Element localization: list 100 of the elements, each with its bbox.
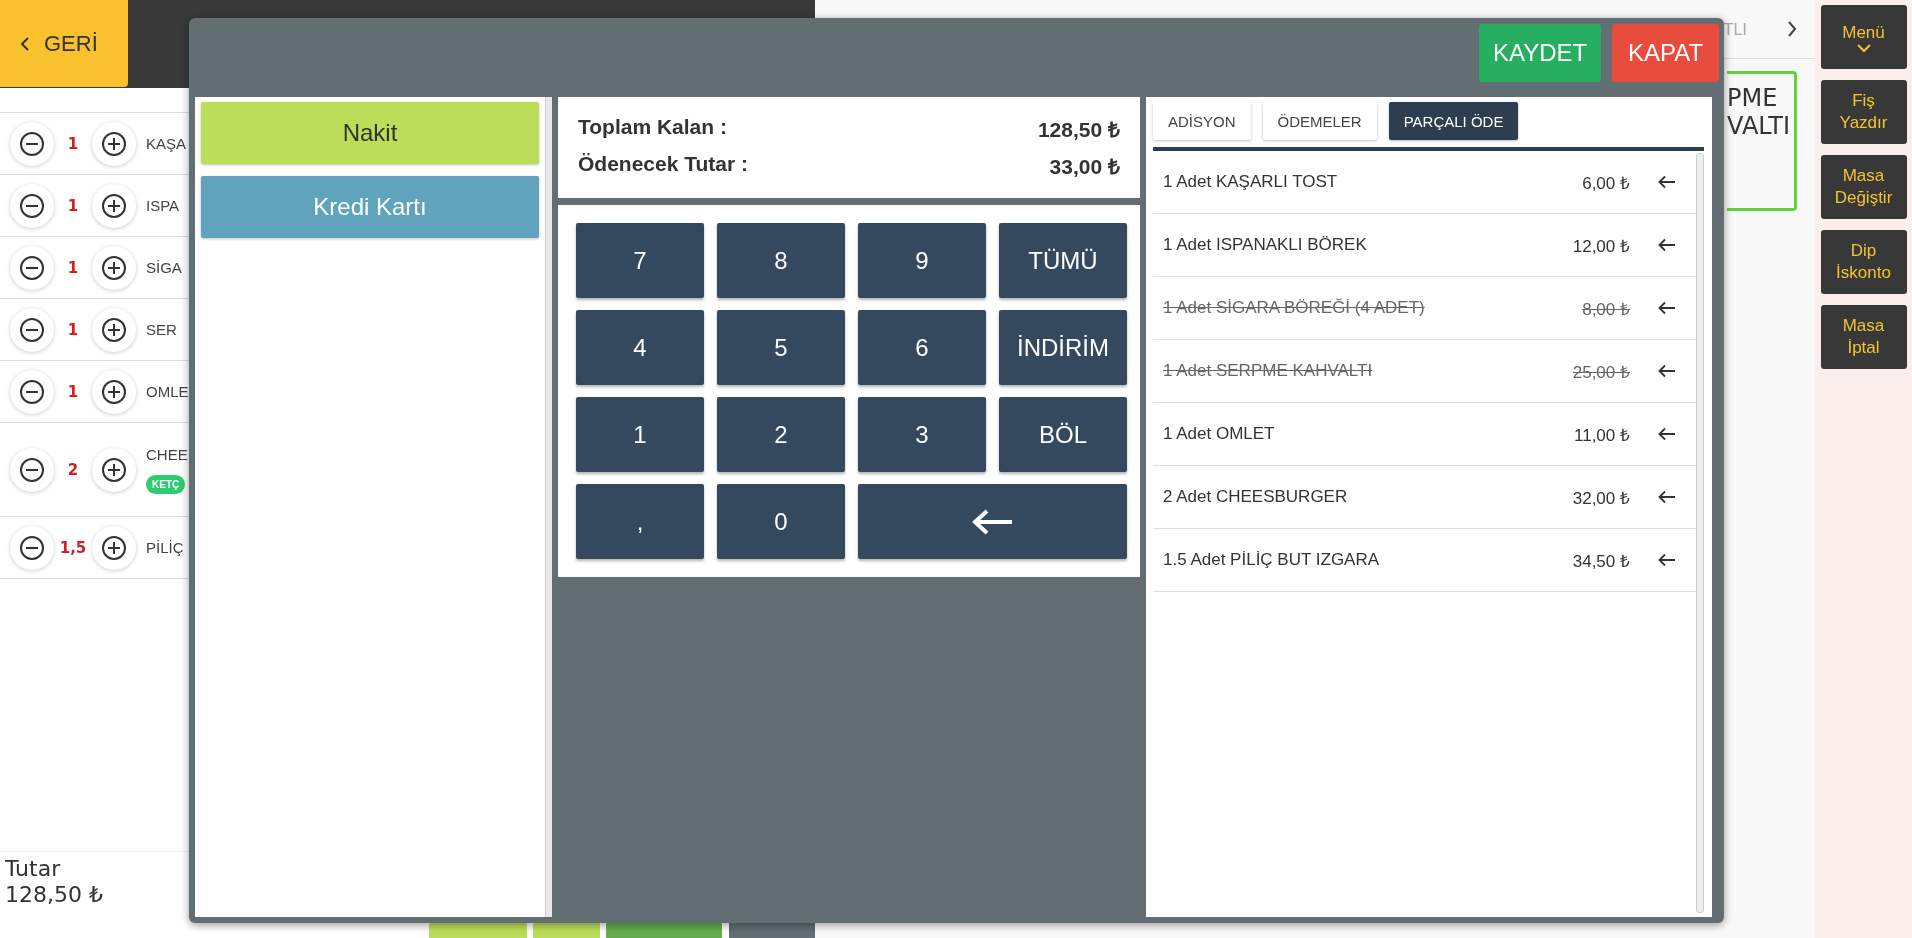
item-tag: KETÇ xyxy=(146,474,186,494)
item-name: SİGA xyxy=(146,259,182,276)
minus-icon xyxy=(19,130,45,157)
keypad-key[interactable]: 4 xyxy=(576,310,704,385)
minus-icon xyxy=(19,316,45,343)
plus-button[interactable] xyxy=(92,183,136,228)
item-price: 11,00 ₺ xyxy=(1574,424,1630,446)
summary-value: 128,50 ₺ xyxy=(1037,117,1120,144)
card-text: VALTI xyxy=(1727,112,1792,140)
minus-button[interactable] xyxy=(10,183,54,228)
menu-button[interactable]: Fiş Yazdır xyxy=(1820,80,1907,144)
arrow-left-icon[interactable] xyxy=(1658,301,1676,315)
item-price: 32,00 ₺ xyxy=(1572,487,1630,509)
arrow-left-icon xyxy=(971,508,1014,535)
item-name: OMLE xyxy=(146,383,189,400)
keypad-key[interactable]: 3 xyxy=(858,397,986,472)
item-name: CHEE xyxy=(146,445,188,463)
item-price: 8,00 ₺ xyxy=(1582,298,1630,320)
arrow-left-icon[interactable] xyxy=(1658,238,1676,252)
minus-button[interactable] xyxy=(10,121,54,166)
keypad-key[interactable]: 6 xyxy=(858,310,986,385)
scrollbar[interactable] xyxy=(545,97,552,917)
minus-button[interactable] xyxy=(10,245,54,290)
quantity-text: 1,5 xyxy=(58,538,88,557)
plus-button[interactable] xyxy=(92,369,136,414)
plus-icon xyxy=(101,378,127,405)
payment-method-button[interactable]: Nakit xyxy=(201,102,539,164)
keypad-key[interactable]: 0 xyxy=(717,484,845,559)
item-name: SER xyxy=(146,321,177,338)
quantity-text: 1 xyxy=(66,196,80,215)
plus-icon xyxy=(101,316,127,343)
item-text: 2 Adet CHEESBURGER xyxy=(1163,487,1349,507)
tab[interactable]: PARÇALI ÖDE xyxy=(1388,102,1519,140)
plus-button[interactable] xyxy=(92,447,136,492)
minus-button[interactable] xyxy=(10,447,54,492)
chevron-left-icon xyxy=(20,36,30,51)
minus-icon xyxy=(19,192,45,219)
item-price: 34,50 ₺ xyxy=(1572,550,1630,572)
total-label: Tutar xyxy=(5,856,62,882)
arrow-left-icon[interactable] xyxy=(1658,427,1676,441)
plus-icon xyxy=(101,192,127,219)
minus-button[interactable] xyxy=(10,307,54,352)
minus-button[interactable] xyxy=(10,369,54,414)
item-name: PİLİÇ xyxy=(146,539,184,556)
item-text: 1.5 Adet PİLİÇ BUT IZGARA xyxy=(1163,550,1381,570)
tab[interactable]: ÖDEMELER xyxy=(1262,102,1377,140)
plus-icon xyxy=(101,534,127,561)
plus-button[interactable] xyxy=(92,525,136,570)
close-button[interactable]: KAPAT xyxy=(1612,24,1719,82)
total-value: 128,50 ₺ xyxy=(5,882,104,908)
item-text: 1 Adet ISPANAKLI BÖREK xyxy=(1163,235,1368,255)
scrollbar[interactable] xyxy=(1696,153,1704,913)
summary-label: Toplam Kalan : xyxy=(578,115,727,141)
quantity-text: 1 xyxy=(66,134,80,153)
item-name: ISPA xyxy=(146,197,180,214)
quantity-text: 2 xyxy=(66,460,80,479)
plus-icon xyxy=(101,130,127,157)
back-button[interactable]: GERİ xyxy=(0,0,128,87)
quantity-text: 1 xyxy=(66,382,80,401)
item-text: 1 Adet KAŞARLI TOST xyxy=(1163,172,1339,192)
keypad-key[interactable]: 9 xyxy=(858,223,986,298)
item-price: 6,00 ₺ xyxy=(1582,172,1630,194)
arrow-left-icon[interactable] xyxy=(1658,553,1676,567)
chevron-down-icon xyxy=(1856,43,1871,53)
keypad-key[interactable]: 5 xyxy=(717,310,845,385)
arrow-left-icon[interactable] xyxy=(1658,490,1676,504)
menu-button[interactable]: Menü xyxy=(1820,5,1907,69)
keypad-key[interactable]: 2 xyxy=(717,397,845,472)
item-text: 1 Adet SİGARA BÖREĞİ (4 ADET) xyxy=(1163,298,1426,318)
keypad-key[interactable]: 1 xyxy=(576,397,704,472)
minus-icon xyxy=(19,534,45,561)
plus-icon xyxy=(101,456,127,483)
plus-button[interactable] xyxy=(92,307,136,352)
quantity-text: 1 xyxy=(66,320,80,339)
arrow-left-icon[interactable] xyxy=(1658,364,1676,378)
minus-icon xyxy=(19,456,45,483)
keypad-key[interactable]: TÜMÜ xyxy=(999,223,1127,298)
minus-button[interactable] xyxy=(10,525,54,570)
plus-button[interactable] xyxy=(92,245,136,290)
tab[interactable]: ADİSYON xyxy=(1153,102,1251,140)
keypad-key[interactable]: 7 xyxy=(576,223,704,298)
menu-button[interactable]: Dip İskonto xyxy=(1820,230,1907,294)
arrow-left-icon[interactable] xyxy=(1658,175,1676,189)
keypad-key[interactable]: İNDİRİM xyxy=(999,310,1127,385)
item-name: KAŞA xyxy=(146,135,187,152)
summary-value: 33,00 ₺ xyxy=(1049,153,1120,180)
plus-button[interactable] xyxy=(92,121,136,166)
menu-button[interactable]: Masa Değiştir xyxy=(1820,155,1907,219)
plus-icon xyxy=(101,254,127,281)
chevron-right-icon[interactable] xyxy=(1787,21,1797,37)
minus-icon xyxy=(19,254,45,281)
menu-button[interactable]: Masa İptal xyxy=(1820,305,1907,369)
keypad-key[interactable]: , xyxy=(576,484,704,559)
table-card[interactable]: PME VALTI xyxy=(1727,71,1797,211)
card-text: PME xyxy=(1727,84,1779,112)
quantity-text: 1 xyxy=(66,258,80,277)
item-price: 12,00 ₺ xyxy=(1572,235,1630,257)
keypad-key[interactable]: BÖL xyxy=(999,397,1127,472)
keypad-key[interactable]: 8 xyxy=(717,223,845,298)
summary-label: Ödenecek Tutar : xyxy=(578,151,748,177)
